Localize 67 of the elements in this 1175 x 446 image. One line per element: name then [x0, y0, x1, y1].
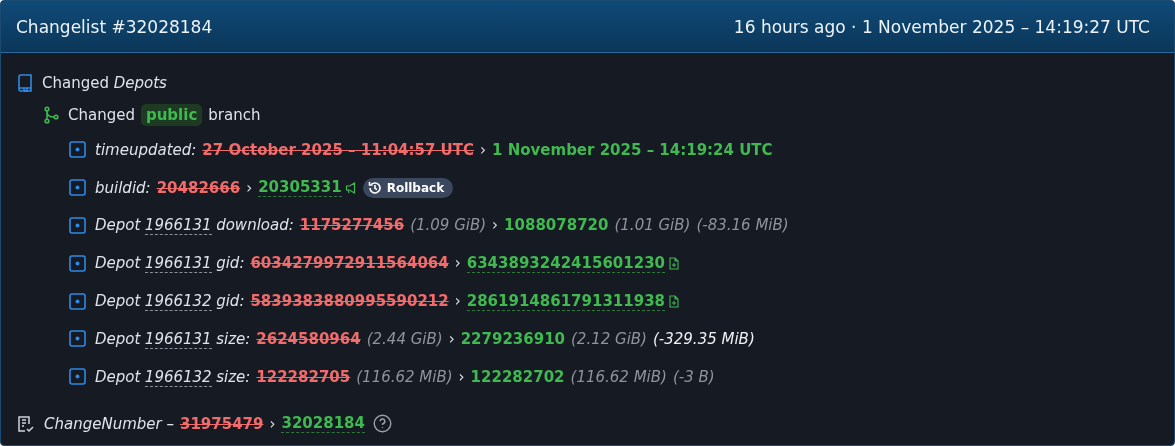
change-icon — [69, 141, 86, 159]
rollback-button[interactable]: Rollback — [362, 177, 454, 198]
depot-link[interactable]: 1966132 — [144, 367, 212, 387]
change-icon — [69, 368, 86, 386]
new-value[interactable]: 2861914861791311938 — [466, 291, 666, 311]
arrow-separator: › — [246, 178, 253, 197]
change-number-label: ChangeNumber – — [44, 414, 174, 433]
branch-tag: public — [140, 104, 203, 126]
old-value: 122282705 — [256, 367, 351, 386]
change-label: Depot 1966131 size: — [95, 329, 251, 348]
depot-link[interactable]: 1966132 — [144, 292, 212, 312]
size-delta: (-329.35 MiB) — [652, 329, 755, 348]
old-value: 27 October 2025 – 11:04:57 UTC — [202, 140, 475, 159]
new-size: (116.62 MiB) — [570, 367, 667, 386]
change-icon — [69, 179, 86, 197]
help-icon[interactable] — [372, 414, 392, 434]
new-value: 1 November 2025 – 14:19:24 UTC — [492, 140, 773, 159]
old-value: 1175277456 — [299, 216, 405, 235]
change-label: buildid: — [95, 178, 151, 197]
depot-link[interactable]: 1966131 — [144, 329, 212, 349]
old-value: 2624580964 — [256, 329, 361, 348]
new-value[interactable]: 32028184 — [281, 414, 365, 434]
change-label: Depot 1966132 gid: — [95, 292, 245, 311]
old-value: 6034279972911564064 — [250, 254, 449, 273]
change-icon — [69, 217, 86, 234]
change-icon — [69, 254, 86, 272]
change-label: Depot 1966131 gid: — [95, 254, 245, 273]
arrow-separator: › — [492, 216, 499, 235]
size-delta: (-83.16 MiB) — [696, 216, 789, 235]
old-value: 20482666 — [156, 178, 241, 197]
change-label: timeupdated: — [95, 140, 197, 159]
changelist-title: Changelist #32028184 — [16, 16, 213, 37]
file-icon[interactable] — [668, 256, 681, 270]
new-value: 1088078720 — [504, 216, 609, 235]
change-icon — [69, 292, 86, 310]
branch-icon — [43, 106, 59, 124]
new-value[interactable]: 6343893242415601230 — [466, 253, 666, 273]
new-value: 122282702 — [470, 367, 565, 386]
change-label: Depot 1966132 size: — [95, 367, 251, 386]
new-size: (2.12 GiB) — [571, 329, 647, 348]
old-value: 5839383880995590212 — [250, 292, 449, 311]
new-value: 2279236910 — [460, 329, 565, 348]
branch-verb: Changed — [68, 106, 135, 124]
section-heading: Changed Depots — [42, 74, 167, 92]
new-size: (1.01 GiB) — [614, 216, 691, 235]
file-icon[interactable] — [668, 294, 681, 308]
depot-link[interactable]: 1966131 — [144, 254, 212, 274]
old-value: 31975479 — [179, 414, 264, 433]
changelist-time: 16 hours ago · 1 November 2025 – 14:19:27 UTC — [733, 16, 1150, 37]
old-size: (1.09 GiB) — [410, 216, 487, 235]
change-icon — [69, 330, 86, 348]
arrow-separator: › — [269, 414, 276, 433]
depot-link[interactable]: 1966131 — [144, 216, 212, 236]
arrow-separator: › — [454, 292, 461, 311]
old-size: (116.62 MiB) — [356, 367, 453, 386]
arrow-separator: › — [480, 140, 487, 159]
megaphone-icon[interactable] — [344, 181, 357, 194]
arrow-separator: › — [448, 329, 455, 348]
old-size: (2.44 GiB) — [366, 329, 443, 348]
size-delta: (-3 B) — [672, 367, 715, 386]
branch-label: branch — [208, 106, 261, 124]
history-icon — [366, 179, 383, 196]
change-label: Depot 1966131 download: — [95, 216, 294, 235]
checklist-icon — [17, 414, 35, 433]
arrow-separator: › — [454, 254, 461, 273]
arrow-separator: › — [458, 367, 465, 386]
new-value[interactable]: 20305331 — [258, 178, 342, 198]
